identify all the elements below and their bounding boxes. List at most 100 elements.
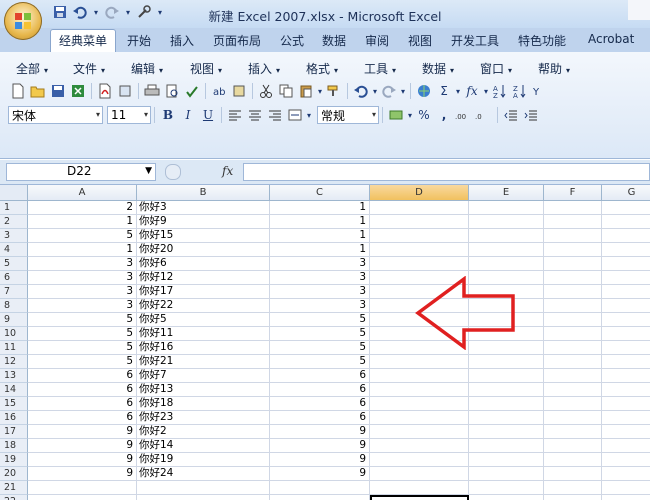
spellcheck-icon[interactable] — [182, 81, 202, 101]
cell-f6[interactable] — [544, 271, 602, 285]
row-header[interactable]: 13 — [0, 369, 28, 383]
translate-icon[interactable] — [229, 81, 249, 101]
cell-g15[interactable] — [602, 397, 650, 411]
cell-b20[interactable]: 你好24 — [137, 467, 270, 481]
menu-edit[interactable]: 编辑 ▾ — [131, 60, 163, 77]
name-box[interactable]: D22 ▼ — [6, 163, 156, 181]
cell-e18[interactable] — [469, 439, 544, 453]
cell-f8[interactable] — [544, 299, 602, 313]
cell-d21[interactable] — [370, 481, 469, 495]
menu-tools[interactable]: 工具 ▾ — [364, 60, 396, 77]
row-header[interactable]: 17 — [0, 425, 28, 439]
cell-f12[interactable] — [544, 355, 602, 369]
cell-d3[interactable] — [370, 229, 469, 243]
cell-g6[interactable] — [602, 271, 650, 285]
cell-a7[interactable]: 3 — [28, 285, 137, 299]
cell-a6[interactable]: 3 — [28, 271, 137, 285]
cell-c17[interactable]: 9 — [270, 425, 370, 439]
align-center-icon[interactable] — [245, 105, 265, 125]
cell-e22[interactable] — [469, 495, 544, 500]
row-header[interactable]: 12 — [0, 355, 28, 369]
cell-a9[interactable]: 5 — [28, 313, 137, 327]
cell-f19[interactable] — [544, 453, 602, 467]
menu-help[interactable]: 帮助 ▾ — [538, 60, 570, 77]
cell-g7[interactable] — [602, 285, 650, 299]
cell-a12[interactable]: 5 — [28, 355, 137, 369]
row-header[interactable]: 6 — [0, 271, 28, 285]
merge-dropdown-icon[interactable]: ▾ — [305, 105, 313, 125]
tab-classic-menu[interactable]: 经典菜单 — [50, 29, 117, 52]
cell-a2[interactable]: 1 — [28, 215, 137, 229]
cell-c6[interactable]: 3 — [270, 271, 370, 285]
cell-e1[interactable] — [469, 201, 544, 215]
cell-d18[interactable] — [370, 439, 469, 453]
autosum-dropdown-icon[interactable]: ▾ — [454, 81, 462, 101]
research-icon[interactable]: ab — [209, 81, 229, 101]
increase-decimal-icon[interactable]: .00 — [454, 105, 474, 125]
cell-b21[interactable] — [137, 481, 270, 495]
cell-a19[interactable]: 9 — [28, 453, 137, 467]
row-header[interactable]: 16 — [0, 411, 28, 425]
cell-b16[interactable]: 你好23 — [137, 411, 270, 425]
cell-d12[interactable] — [370, 355, 469, 369]
cell-c19[interactable]: 9 — [270, 453, 370, 467]
cell-d17[interactable] — [370, 425, 469, 439]
tab-developer[interactable]: 开发工具 — [451, 32, 499, 49]
cell-b11[interactable]: 你好16 — [137, 341, 270, 355]
column-header-f[interactable]: F — [544, 185, 602, 201]
formula-input[interactable] — [243, 163, 650, 181]
cell-d2[interactable] — [370, 215, 469, 229]
cell-f17[interactable] — [544, 425, 602, 439]
cell-e2[interactable] — [469, 215, 544, 229]
row-header[interactable]: 3 — [0, 229, 28, 243]
save-icon[interactable] — [48, 81, 68, 101]
underline-button[interactable]: U — [198, 105, 218, 125]
cell-c10[interactable]: 5 — [270, 327, 370, 341]
cell-c20[interactable]: 9 — [270, 467, 370, 481]
cell-d1[interactable] — [370, 201, 469, 215]
redo-icon[interactable] — [379, 81, 399, 101]
cell-d20[interactable] — [370, 467, 469, 481]
cell-b4[interactable]: 你好20 — [137, 243, 270, 257]
row-header[interactable]: 7 — [0, 285, 28, 299]
cell-c11[interactable]: 5 — [270, 341, 370, 355]
cell-b15[interactable]: 你好18 — [137, 397, 270, 411]
decrease-decimal-icon[interactable]: .0 — [474, 105, 494, 125]
cell-a17[interactable]: 9 — [28, 425, 137, 439]
cell-g1[interactable] — [602, 201, 650, 215]
column-header-d[interactable]: D — [370, 185, 469, 201]
menu-window[interactable]: 窗口 ▾ — [480, 60, 512, 77]
cell-a21[interactable] — [28, 481, 137, 495]
open-folder-icon[interactable] — [28, 81, 48, 101]
cell-g12[interactable] — [602, 355, 650, 369]
cell-g18[interactable] — [602, 439, 650, 453]
row-header[interactable]: 20 — [0, 467, 28, 481]
cell-b22[interactable] — [137, 495, 270, 500]
cell-f1[interactable] — [544, 201, 602, 215]
row-header[interactable]: 2 — [0, 215, 28, 229]
cell-d13[interactable] — [370, 369, 469, 383]
cell-c15[interactable]: 6 — [270, 397, 370, 411]
cell-b14[interactable]: 你好13 — [137, 383, 270, 397]
cell-a14[interactable]: 6 — [28, 383, 137, 397]
cell-e5[interactable] — [469, 257, 544, 271]
cell-a18[interactable]: 9 — [28, 439, 137, 453]
redo-dropdown-icon[interactable]: ▾ — [399, 81, 407, 101]
cell-b8[interactable]: 你好22 — [137, 299, 270, 313]
cell-c16[interactable]: 6 — [270, 411, 370, 425]
cell-e20[interactable] — [469, 467, 544, 481]
row-header[interactable]: 15 — [0, 397, 28, 411]
cell-e13[interactable] — [469, 369, 544, 383]
cell-a4[interactable]: 1 — [28, 243, 137, 257]
filter-icon[interactable]: Y — [530, 81, 550, 101]
cell-g17[interactable] — [602, 425, 650, 439]
paste-icon[interactable] — [296, 81, 316, 101]
cell-b17[interactable]: 你好2 — [137, 425, 270, 439]
cell-d5[interactable] — [370, 257, 469, 271]
cell-b13[interactable]: 你好7 — [137, 369, 270, 383]
column-header-c[interactable]: C — [270, 185, 370, 201]
row-header[interactable]: 18 — [0, 439, 28, 453]
row-header[interactable]: 11 — [0, 341, 28, 355]
menu-view[interactable]: 视图 ▾ — [190, 60, 222, 77]
cell-g16[interactable] — [602, 411, 650, 425]
